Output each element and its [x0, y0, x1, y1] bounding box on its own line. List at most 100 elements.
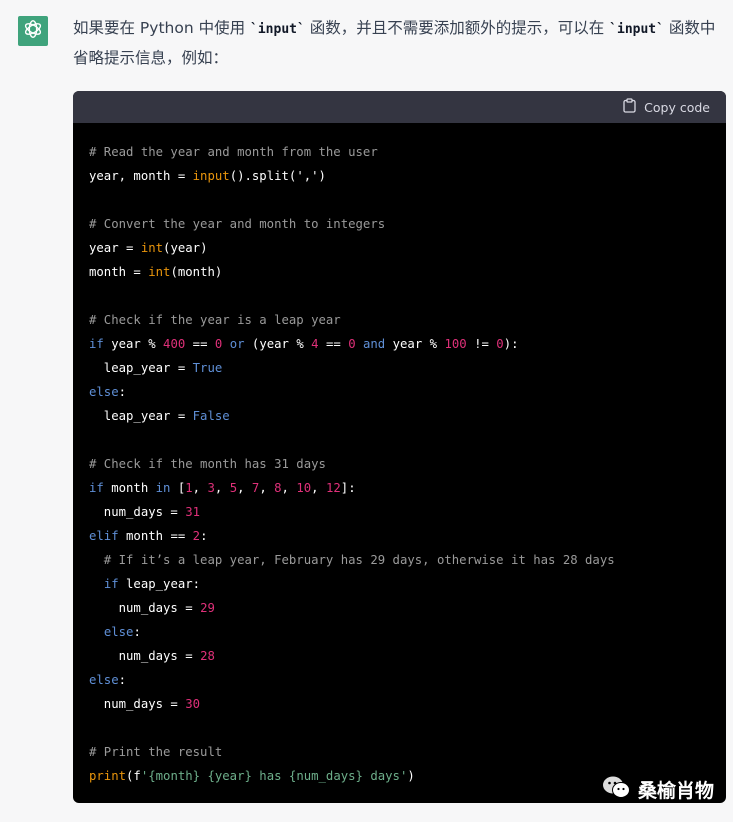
code-token: # Read the year and month from the user	[89, 145, 378, 159]
code-line: year, month = input().split(',')	[89, 164, 710, 188]
code-token: (year %	[244, 337, 312, 351]
code-line: # Check if the year is a leap year	[89, 308, 710, 332]
code-token: leap_year =	[89, 361, 193, 375]
openai-logo-icon	[22, 18, 44, 44]
code-line: elif month == 2:	[89, 524, 710, 548]
code-line: num_days = 28	[89, 644, 710, 668]
code-token: 12	[325, 481, 341, 495]
code-token: )	[318, 169, 326, 183]
inline-code: `input`	[250, 22, 305, 37]
code-token: leap_year =	[89, 409, 193, 423]
code-block: Copy code # Read the year and month from…	[73, 91, 726, 803]
code-line: num_days = 30	[89, 692, 710, 716]
code-token: :	[118, 385, 127, 399]
code-token: year =	[89, 241, 141, 255]
code-token: # Print the result	[89, 745, 223, 759]
code-token: !=	[466, 337, 497, 351]
code-token: else	[89, 673, 119, 687]
code-token: # If it’s a leap year, February has 29 d…	[89, 553, 615, 567]
code-line: leap_year = True	[89, 356, 710, 380]
code-token: True	[192, 361, 223, 375]
code-token: if	[89, 337, 104, 351]
code-token: ,	[311, 481, 326, 495]
code-token: else	[89, 385, 119, 399]
code-token: else	[103, 625, 134, 639]
code-content: # Read the year and month from the user y…	[73, 123, 726, 788]
wechat-icon	[602, 775, 632, 804]
code-token: 2	[192, 529, 201, 543]
code-token: ==	[185, 337, 215, 351]
code-token: if	[89, 481, 104, 495]
code-token: 5	[229, 481, 238, 495]
message-text: 函数，并且不需要添加额外的提示，可以在	[304, 19, 610, 37]
code-token: 29	[200, 601, 215, 615]
code-token: :	[200, 529, 208, 543]
code-token: year, month =	[89, 169, 193, 183]
code-token: 8	[274, 481, 282, 495]
code-token: (month)	[170, 265, 223, 279]
code-token: num_days =	[89, 697, 186, 711]
code-line: leap_year = False	[89, 404, 710, 428]
assistant-message: 如果要在 Python 中使用 `input` 函数，并且不需要添加额外的提示，…	[73, 14, 728, 73]
code-token: num_days =	[89, 505, 186, 519]
watermark-label: 桑榆肖物	[638, 780, 715, 802]
code-line: # Convert the year and month to integers	[89, 212, 710, 236]
code-token: or	[229, 337, 245, 351]
code-line: else:	[89, 380, 710, 404]
watermark: 桑榆肖物	[602, 775, 714, 804]
code-token: [	[170, 481, 186, 495]
code-token: ,	[259, 481, 275, 495]
code-token: ().split(','	[229, 169, 319, 183]
code-token: 400	[163, 337, 186, 351]
code-token: # Check if the month has 31 days	[89, 457, 326, 471]
code-token: num_days =	[89, 601, 201, 615]
code-token: int	[148, 265, 171, 279]
code-token: )	[407, 769, 415, 783]
code-token: 0	[348, 337, 356, 351]
code-token: in	[155, 481, 171, 495]
code-token: month =	[89, 265, 149, 279]
code-token: month	[103, 481, 156, 495]
code-token: :	[133, 625, 141, 639]
code-line: if month in [1, 3, 5, 7, 8, 10, 12]:	[89, 476, 710, 500]
code-token: 28	[200, 649, 215, 663]
code-token: 4	[311, 337, 319, 351]
code-token: 0	[496, 337, 504, 351]
code-token: elif	[89, 529, 119, 543]
code-token: (f	[126, 769, 141, 783]
code-token: and	[363, 337, 386, 351]
code-token: if	[103, 577, 119, 591]
code-token: year %	[103, 337, 164, 351]
code-token: 100	[444, 337, 467, 351]
code-line: # Read the year and month from the user	[89, 140, 710, 164]
code-line: # Print the result	[89, 740, 710, 764]
code-line: else:	[89, 668, 710, 692]
code-token: ,	[192, 481, 208, 495]
code-token: '{month} {year} has {num_days} days'	[140, 769, 408, 783]
code-token: leap_year:	[118, 577, 201, 591]
copy-code-button[interactable]: Copy code	[623, 98, 710, 116]
code-token: 30	[185, 697, 201, 711]
code-token: year %	[385, 337, 445, 351]
code-line: # If it’s a leap year, February has 29 d…	[89, 548, 710, 572]
code-token: ,	[237, 481, 252, 495]
code-line: # Check if the month has 31 days	[89, 452, 710, 476]
code-token: 1	[185, 481, 193, 495]
code-token: print	[89, 769, 127, 783]
code-token: ==	[318, 337, 349, 351]
code-line: if leap_year:	[89, 572, 710, 596]
code-token: ]:	[340, 481, 356, 495]
code-line: month = int(month)	[89, 260, 710, 284]
code-line: num_days = 31	[89, 500, 710, 524]
code-token: month ==	[118, 529, 193, 543]
code-line: if year % 400 == 0 or (year % 4 == 0 and…	[89, 332, 710, 356]
code-token: ,	[214, 481, 230, 495]
